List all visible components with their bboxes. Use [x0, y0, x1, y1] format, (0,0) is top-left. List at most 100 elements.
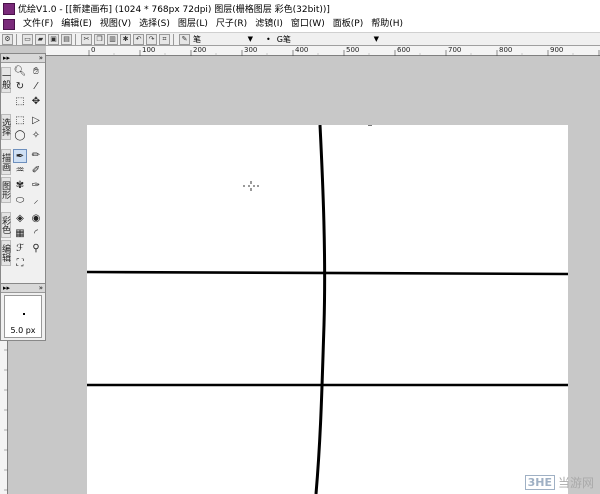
- eyedropper-icon[interactable]: ⁄: [29, 80, 43, 94]
- paste-icon[interactable]: ▥: [107, 33, 118, 45]
- menu-bar: 文件(F) 编辑(E) 视图(V) 选择(S) 图层(L) 尺子(R) 滤镜(I…: [0, 17, 600, 32]
- vertical-stroke: [314, 125, 327, 494]
- app-logo-icon: [3, 2, 15, 15]
- undo-icon[interactable]: ↶: [133, 33, 144, 45]
- panel-collapse-icon[interactable]: ▸▸: [3, 284, 10, 292]
- ruler-ticks: [88, 50, 600, 56]
- ruler-label: 800: [499, 46, 513, 54]
- select-layer-icon[interactable]: ⬚: [13, 95, 27, 109]
- ruler-label: 300: [244, 46, 258, 54]
- stamp-icon[interactable]: ⛶: [13, 257, 27, 271]
- brush-preview[interactable]: 5.0 px: [4, 295, 42, 338]
- menu-file[interactable]: 文件(F): [19, 17, 57, 32]
- panel-menu-icon[interactable]: »: [39, 284, 43, 292]
- text-icon[interactable]: ℱ: [13, 242, 27, 256]
- ruler-label: 100: [142, 46, 156, 54]
- brush-size-value: 5.0 px: [10, 326, 36, 335]
- menu-help[interactable]: 帮助(H): [367, 17, 407, 32]
- save-icon[interactable]: ▣: [48, 33, 59, 45]
- save-all-icon[interactable]: ▤: [61, 33, 72, 45]
- settings-icon[interactable]: ⚙: [2, 33, 13, 45]
- canvas-strokes: [87, 125, 568, 494]
- tab-general[interactable]: 一般: [0, 67, 11, 93]
- window-title: 优绘V1.0 - [[新建画布] (1024 * 768px 72dpi) 图层…: [18, 5, 330, 15]
- brush-icon[interactable]: ♒: [13, 164, 27, 178]
- ruler-label: 500: [346, 46, 360, 54]
- crop-icon[interactable]: ⌗: [159, 33, 170, 45]
- pen-icon: ✎: [179, 33, 190, 45]
- tool-panel-header[interactable]: ▸▸ »: [1, 54, 45, 63]
- redo-icon[interactable]: ↷: [146, 33, 157, 45]
- ink-pen-icon[interactable]: ✑: [29, 179, 43, 193]
- gradient-icon[interactable]: ▦: [13, 227, 27, 241]
- lasso-icon[interactable]: ◯: [13, 129, 27, 143]
- brush-dropdown-label: 笔: [193, 34, 201, 44]
- brush-style-dropdown[interactable]: • G笔 ▼: [263, 34, 383, 45]
- cut-icon[interactable]: ✂: [81, 33, 92, 45]
- toolbar-divider: [173, 33, 174, 45]
- watermark-badge: 3HE: [524, 475, 555, 490]
- dot-icon: •: [266, 34, 271, 44]
- zoom-icon[interactable]: 🔍︎: [13, 65, 27, 79]
- ruler-label: 400: [295, 46, 309, 54]
- menu-edit[interactable]: 编辑(E): [57, 17, 96, 32]
- horizontal-ruler: 0 100 200 300 400 500 600 700 800 900: [46, 46, 600, 56]
- title-bar: 优绘V1.0 - [[新建画布] (1024 * 768px 72dpi) 图层…: [0, 0, 600, 17]
- horizontal-stroke-top: [87, 270, 568, 276]
- menu-window[interactable]: 窗口(W): [287, 17, 329, 32]
- menu-layer[interactable]: 图层(L): [174, 17, 212, 32]
- magic-wand-icon[interactable]: ✧: [29, 129, 43, 143]
- rect-select-icon[interactable]: ⬚: [13, 114, 27, 128]
- rotate-icon[interactable]: ↻: [13, 80, 27, 94]
- marker-icon[interactable]: ✐: [29, 164, 43, 178]
- curve-icon[interactable]: ◜: [29, 227, 43, 241]
- tab-shape[interactable]: 图形: [0, 177, 11, 203]
- chevron-down-icon: ▼: [247, 35, 253, 43]
- airbrush-icon[interactable]: ✾: [13, 179, 27, 193]
- search-icon[interactable]: ⚲: [29, 242, 43, 256]
- color-bucket-icon[interactable]: ◉: [29, 212, 43, 226]
- panel-collapse-icon[interactable]: ▸▸: [3, 54, 10, 62]
- tab-draw[interactable]: 描画: [0, 149, 11, 175]
- pen-tool-icon[interactable]: ✒: [13, 149, 27, 163]
- eraser-icon[interactable]: ⬭: [13, 194, 27, 208]
- watermark-text: 当游网: [557, 476, 594, 490]
- ruler-label: 700: [448, 46, 462, 54]
- transform-icon[interactable]: ✱: [120, 33, 131, 45]
- panel-menu-icon[interactable]: »: [39, 54, 43, 62]
- tab-select[interactable]: 选择: [0, 114, 11, 140]
- brush-panel-header[interactable]: ▸▸ »: [1, 284, 45, 293]
- smudge-icon[interactable]: ⸝: [29, 194, 43, 208]
- ruler-label: 200: [193, 46, 207, 54]
- brush-dropdown[interactable]: ✎ 笔 ▼: [177, 33, 257, 45]
- watermark: 3HE 当游网: [524, 474, 594, 491]
- hand-icon[interactable]: ✋︎: [29, 65, 43, 79]
- polygon-select-icon[interactable]: ▷: [29, 114, 43, 128]
- ruler-label: 600: [397, 46, 411, 54]
- drawing-canvas[interactable]: [87, 125, 568, 494]
- tab-color[interactable]: 彩色: [0, 212, 11, 238]
- ruler-label: 0: [91, 46, 96, 54]
- toolbar-divider: [75, 33, 76, 45]
- brush-size-panel: ▸▸ » 5.0 px: [0, 283, 46, 341]
- toolbar-divider: [16, 33, 17, 45]
- toolbar: ⚙ ▭ ▰ ▣ ▤ ✂ ❐ ▥ ✱ ↶ ↷ ⌗ ✎ 笔 ▼ • G笔 ▼: [0, 32, 600, 46]
- brush-dot-icon: [23, 313, 25, 315]
- menu-filter[interactable]: 滤镜(I): [251, 17, 287, 32]
- menu-ruler[interactable]: 尺子(R): [212, 17, 251, 32]
- chevron-down-icon: ▼: [373, 35, 379, 43]
- brush-style-label: G笔: [276, 34, 291, 44]
- menu-select[interactable]: 选择(S): [135, 17, 174, 32]
- new-file-icon[interactable]: ▭: [22, 33, 33, 45]
- pencil-icon[interactable]: ✏: [29, 149, 43, 163]
- tab-edit[interactable]: 编辑: [0, 240, 11, 266]
- menu-view[interactable]: 视图(V): [96, 17, 135, 32]
- document-icon[interactable]: [3, 19, 15, 30]
- crosshair-cursor-icon: [243, 181, 259, 191]
- menu-panel[interactable]: 面板(P): [329, 17, 367, 32]
- vertical-ruler: [0, 340, 8, 494]
- fill-icon[interactable]: ◈: [13, 212, 27, 226]
- move-icon[interactable]: ✥: [29, 95, 43, 109]
- copy-icon[interactable]: ❐: [94, 33, 105, 45]
- open-folder-icon[interactable]: ▰: [35, 33, 46, 45]
